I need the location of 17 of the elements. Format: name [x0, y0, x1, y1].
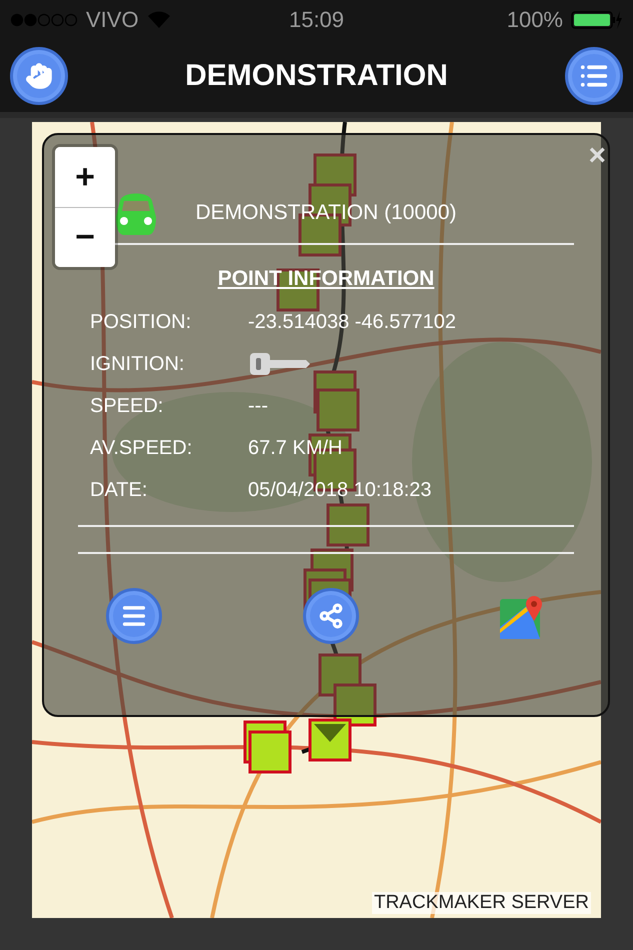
- share-icon: [318, 603, 344, 629]
- status-time: 15:09: [288, 7, 344, 33]
- field-value: ---: [248, 394, 268, 418]
- battery-charging-icon: [571, 10, 623, 30]
- field-label: POSITION:: [90, 310, 192, 334]
- field-label: AV.SPEED:: [90, 436, 192, 460]
- field-value: 67.7 KM/H: [248, 436, 342, 460]
- carrier-name: VIVO: [86, 7, 139, 33]
- zoom-out-button[interactable]: −: [55, 207, 115, 267]
- field-label: DATE:: [90, 478, 148, 502]
- field-label: SPEED:: [90, 394, 164, 418]
- field-value: 05/04/2018 10:18:23: [248, 478, 432, 502]
- app-title: DEMONSTRATION: [185, 59, 448, 93]
- battery-percent: 100%: [506, 7, 563, 33]
- field-label: IGNITION:: [90, 352, 184, 376]
- hand-icon: [25, 62, 53, 90]
- map-attribution: TRACKMAKER SERVER: [372, 892, 591, 914]
